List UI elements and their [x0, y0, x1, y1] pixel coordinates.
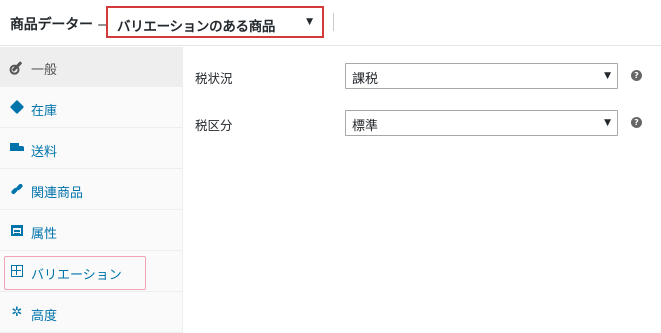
tax-status-label: 税状況 — [195, 71, 233, 86]
tax-status-value: 課税 — [352, 72, 379, 87]
tax-class-label: 税区分 — [195, 118, 233, 133]
chevron-down-icon: ▼ — [604, 118, 611, 128]
tab-shipping[interactable]: 送料 — [0, 129, 182, 169]
product-data-title: 商品データー — — [10, 14, 112, 34]
tab-attributes-label: 属性 — [31, 227, 58, 242]
link-icon — [10, 182, 24, 196]
tab-general-label: 一般 — [31, 63, 58, 78]
product-data-header: 商品データー — バリエーションのある商品 ▼ — [0, 0, 661, 46]
tax-class-value: 標準 — [352, 119, 379, 134]
chevron-down-icon: ▼ — [604, 71, 611, 81]
tab-linked-products[interactable]: 関連商品 — [0, 170, 182, 210]
gear-icon: ✲ — [11, 304, 23, 320]
product-data-tabs: 一般 在庫 送料 関連商品 属性 バリエーション ✲ 高度 — [0, 47, 183, 333]
list-icon — [10, 223, 24, 237]
tab-general[interactable]: 一般 — [0, 47, 182, 87]
wrench-icon — [10, 59, 24, 73]
tab-shipping-label: 送料 — [31, 145, 58, 160]
variations-highlight — [4, 256, 146, 290]
tab-advanced[interactable]: ✲ 高度 — [0, 293, 182, 333]
product-type-value: バリエーションのある商品 — [117, 19, 276, 35]
tax-class-select[interactable]: 標準 ▼ — [345, 110, 618, 136]
tax-status-select[interactable]: 課税 ▼ — [345, 63, 618, 89]
product-data-title-text: 商品データー — [10, 17, 93, 33]
help-icon[interactable]: ? — [631, 70, 642, 81]
tab-attributes[interactable]: 属性 — [0, 211, 182, 251]
header-divider — [333, 13, 334, 31]
truck-icon — [10, 141, 24, 155]
tag-icon — [9, 99, 25, 115]
tab-linked-products-label: 関連商品 — [31, 186, 84, 201]
tab-advanced-label: 高度 — [31, 309, 58, 324]
tab-inventory-label: 在庫 — [31, 104, 58, 119]
chevron-down-icon: ▼ — [306, 17, 313, 27]
tab-inventory[interactable]: 在庫 — [0, 88, 182, 128]
product-type-select[interactable]: バリエーションのある商品 ▼ — [106, 6, 324, 38]
help-icon[interactable]: ? — [631, 117, 642, 128]
